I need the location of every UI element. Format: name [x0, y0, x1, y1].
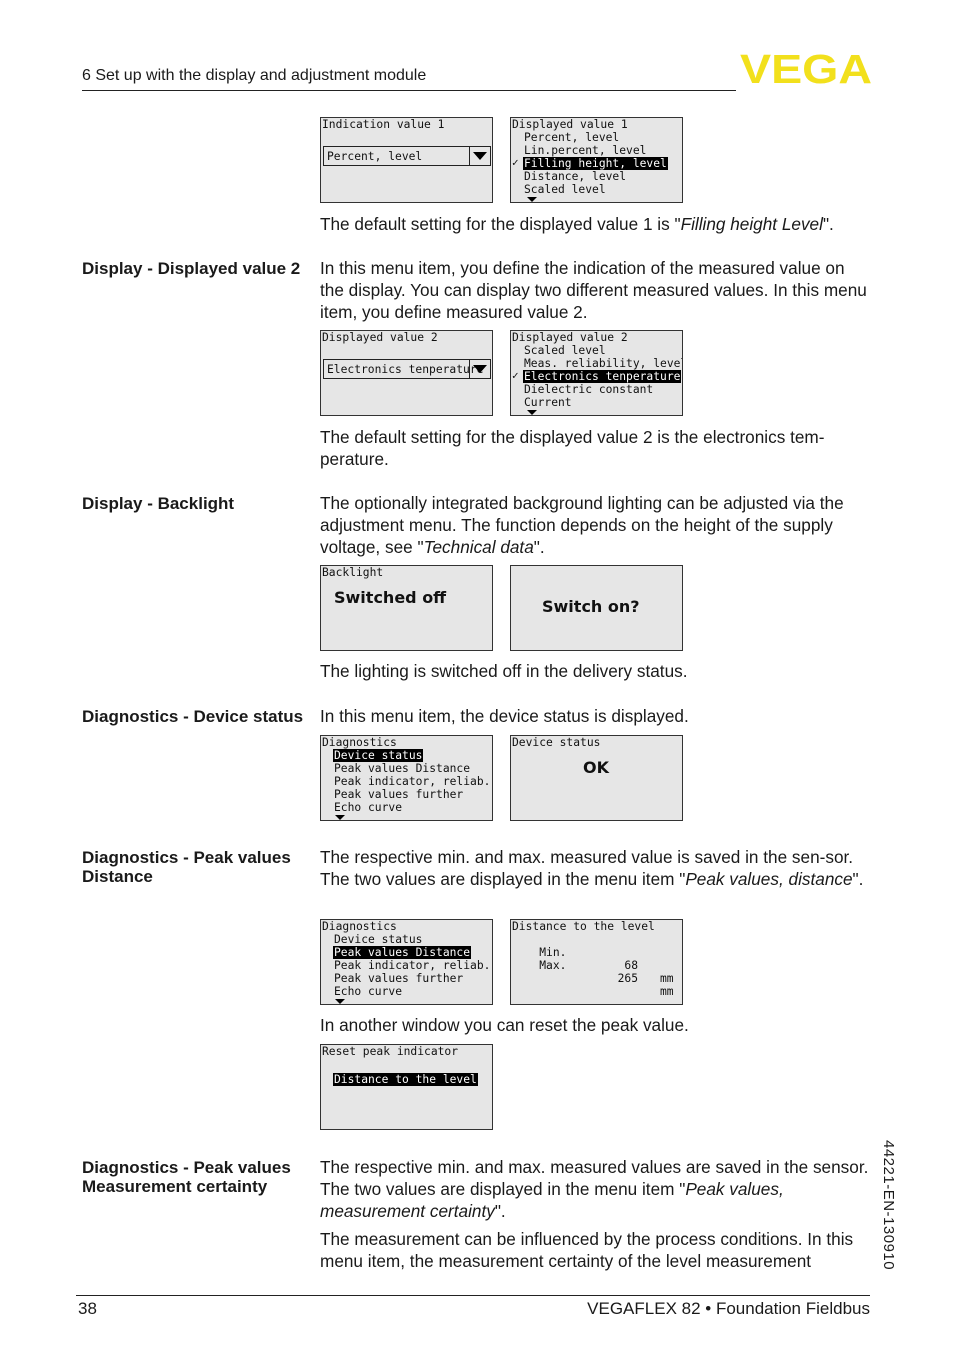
scroll-down-icon[interactable] [527, 197, 537, 202]
lcd-diagnostics-menu: Diagnostics Device status Peak values Di… [320, 735, 493, 821]
checkmark-icon: ✓ [512, 156, 519, 169]
lcd-displayed-value-2-list: Displayed value 2 Scaled level Meas. rel… [510, 330, 683, 416]
list-item[interactable]: Peak values further [334, 788, 463, 801]
list-item[interactable]: Peak indicator, reliab. [334, 959, 490, 972]
list-item[interactable]: Echo curve [334, 985, 402, 998]
lcd-reset-peak: Reset peak indicator Distance to the lev… [320, 1044, 493, 1130]
scroll-down-icon[interactable] [527, 410, 537, 415]
lcd-title: Backlight [322, 566, 384, 579]
peak-row-max: Max. 265 mm [512, 946, 678, 1004]
checkmark-icon: ✓ [512, 369, 519, 382]
section-text-device-status: In this menu item, the device status is … [320, 706, 689, 726]
dropdown-arrow-icon[interactable] [469, 360, 490, 378]
text-italic: Peak values, distance [685, 869, 853, 889]
scroll-down-icon[interactable] [335, 999, 345, 1004]
section-text-peak-distance: The respective min. and max. measured va… [320, 846, 870, 890]
header-rule [82, 90, 736, 91]
device-status-value: OK [583, 758, 609, 777]
lcd-title: Reset peak indicator [322, 1045, 459, 1058]
list-item[interactable]: Current [524, 396, 572, 409]
peak-unit: mm [660, 985, 674, 998]
vega-logo: VEGA [740, 50, 872, 86]
list-item-selected[interactable]: Filling height, level [523, 157, 668, 170]
lcd-title: Diagnostics [322, 736, 397, 749]
list-item[interactable]: Echo curve [334, 801, 402, 814]
list-item[interactable]: Device status [334, 933, 422, 946]
list-item[interactable]: Peak values Distance [334, 762, 470, 775]
dropdown-arrow-icon[interactable] [469, 147, 490, 165]
dropdown-value: Electronics tenperature [327, 363, 484, 376]
list-item[interactable]: Distance, level [524, 170, 626, 183]
text: ". [494, 1201, 506, 1221]
footer-title: VEGAFLEX 82 • Foundation Fieldbus [587, 1299, 870, 1318]
text: The optionally integrated background lig… [320, 493, 844, 557]
list-item[interactable]: Dielectric constant [524, 383, 653, 396]
dropdown-value: Percent, level [327, 150, 423, 163]
lcd-indication-value-1: Indication value 1 Percent, level [320, 117, 493, 203]
lcd-displayed-value-1-list: Displayed value 1 Percent, level Lin.per… [510, 117, 683, 203]
lcd-distance-peaks: Distance to the level Min. 68 mm Max. 26… [510, 919, 683, 1005]
text: ". [852, 869, 864, 889]
footer-rule [76, 1295, 870, 1296]
lcd-title: Displayed value 2 [512, 331, 628, 344]
list-item[interactable]: Meas. reliability, level [524, 357, 682, 370]
lcd-displayed-value-2: Displayed value 2 Electronics tenperatur… [320, 330, 493, 416]
section-label-displayed-value-2: Display - Displayed value 2 [82, 259, 301, 278]
list-item-selected[interactable]: Device status [333, 749, 424, 762]
peak-label: Max. [539, 959, 567, 972]
section-text-displayed-value-2: In this menu item, you define the indica… [320, 258, 867, 322]
lcd-title: Distance to the level [512, 920, 655, 933]
lcd-title: Device status [512, 736, 601, 749]
lcd-switch-on-prompt: Switch on? [510, 565, 683, 651]
note-italic: Filling height Level [680, 214, 823, 234]
list-item[interactable]: Peak values further [334, 972, 463, 985]
section-label-device-status: Diagnostics - Device status [82, 707, 304, 726]
section-text-backlight: The optionally integrated background lig… [320, 492, 870, 558]
note-default-value-2: The default setting for the displayed va… [320, 427, 825, 469]
lcd-diagnostics-menu-2: Diagnostics Device status Peak values Di… [320, 919, 493, 1005]
section-text-peak-certainty: The respective min. and max. measured va… [320, 1156, 870, 1222]
section-label-peak-certainty: Diagnostics - Peak values Measurement ce… [82, 1158, 291, 1196]
lcd-title: Displayed value 1 [512, 118, 628, 131]
note-default-value-1: The default setting for the displayed va… [320, 213, 870, 235]
text: ". [533, 537, 545, 557]
lcd-device-status: Device status OK [510, 735, 683, 821]
text-italic: Technical data [423, 537, 534, 557]
lcd-title: Indication value 1 [322, 118, 445, 131]
note-backlight: The lighting is switched off in the deli… [320, 661, 688, 681]
note-text: The default setting for the displayed va… [320, 214, 681, 234]
list-item[interactable]: Percent, level [524, 131, 619, 144]
section-label-backlight: Display - Backlight [82, 494, 235, 513]
page-number: 38 [78, 1299, 97, 1318]
note-reset-peak: In another window you can reset the peak… [320, 1015, 689, 1035]
list-item[interactable]: Lin.percent, level [524, 144, 646, 157]
switch-on-prompt[interactable]: Switch on? [542, 597, 640, 616]
lcd-backlight: Backlight Switched off [320, 565, 493, 651]
list-item-selected[interactable]: Electronics tenperature [523, 370, 682, 383]
list-item[interactable]: Scaled level [524, 183, 606, 196]
lcd-title: Displayed value 2 [322, 331, 438, 344]
peak-value: 265 [617, 972, 638, 985]
value-dropdown[interactable]: Percent, level [323, 146, 491, 166]
backlight-state[interactable]: Switched off [334, 588, 446, 607]
list-item-selected[interactable]: Distance to the level [333, 1073, 478, 1086]
section-label-peak-distance: Diagnostics - Peak values Distance [82, 848, 291, 886]
section-text-peak-certainty-2: The measurement can be influenced by the… [320, 1229, 854, 1271]
section-header: 6 Set up with the display and adjustment… [82, 67, 427, 84]
scroll-down-icon[interactable] [335, 815, 345, 820]
logo-text: VEGA [740, 50, 872, 86]
text: The respective min. and max. measured va… [320, 1157, 869, 1199]
list-item[interactable]: Peak indicator, reliab. [334, 775, 490, 788]
list-item-selected[interactable]: Peak values Distance [333, 946, 472, 959]
note-text: ". [822, 214, 834, 234]
list-item[interactable]: Scaled level [524, 344, 606, 357]
value-dropdown[interactable]: Electronics tenperature [323, 359, 491, 379]
lcd-title: Diagnostics [322, 920, 397, 933]
document-id: 44221-EN-130910 [880, 1140, 897, 1271]
